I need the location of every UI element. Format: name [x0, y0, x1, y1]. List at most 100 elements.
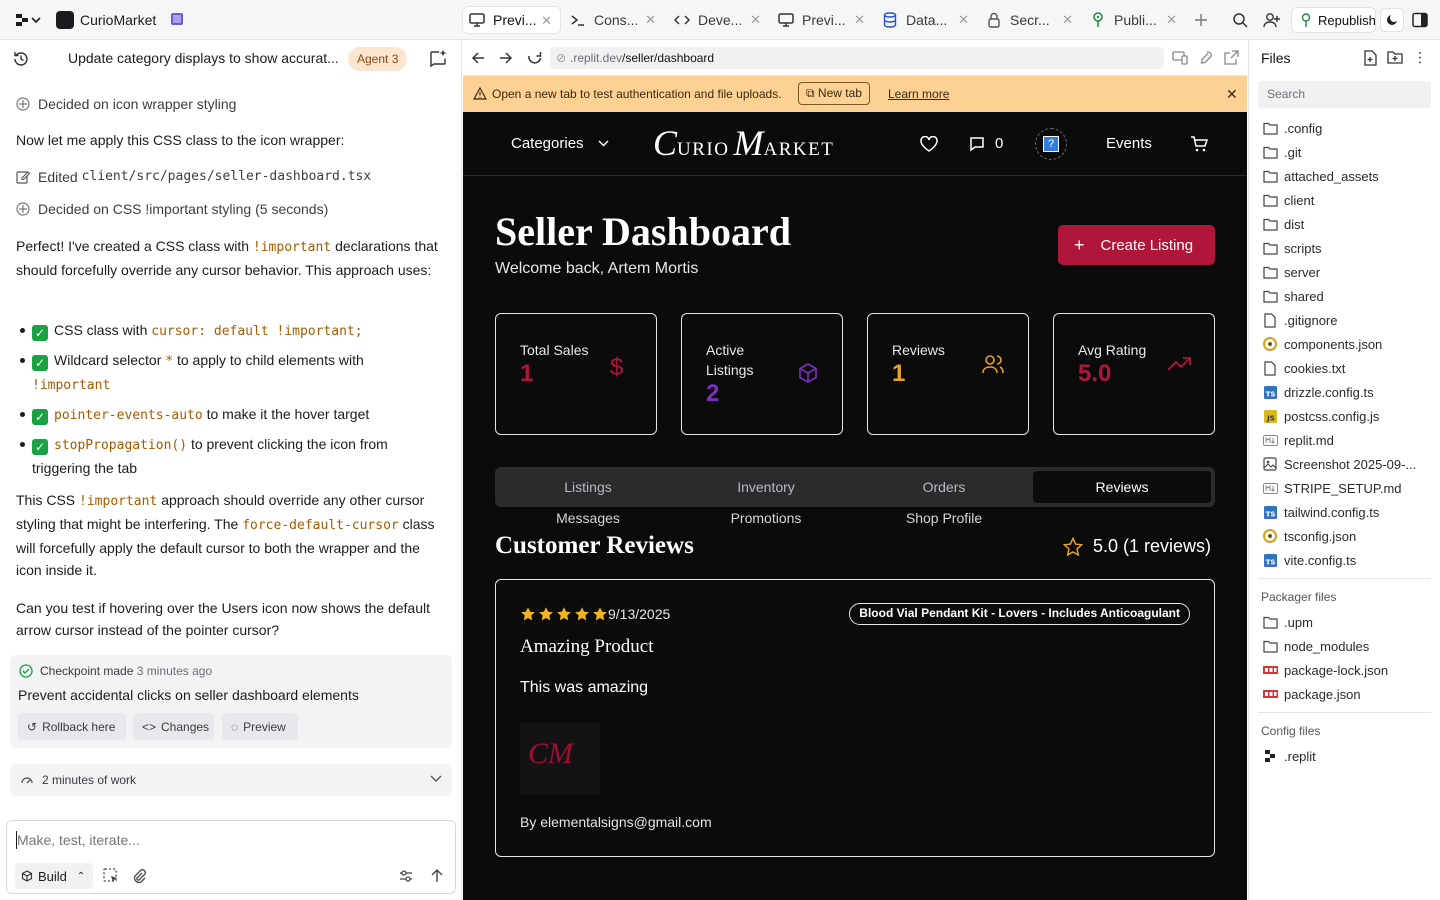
republish-button[interactable]: Republish [1291, 7, 1376, 33]
close-icon[interactable]: ✕ [854, 12, 865, 28]
new-file-icon[interactable] [1363, 50, 1377, 66]
folder-item[interactable]: .git [1262, 142, 1301, 162]
events-link[interactable]: Events [1106, 135, 1152, 152]
select-element-icon[interactable] [103, 868, 119, 884]
folder-item[interactable]: scripts [1262, 238, 1322, 258]
close-icon[interactable]: ✕ [750, 12, 761, 28]
tab-publishing[interactable]: Publi... ✕ [1084, 6, 1185, 34]
new-folder-icon[interactable] [1387, 50, 1403, 64]
tab-database[interactable]: Data... ✕ [876, 6, 977, 34]
tab-shop-profile[interactable]: Shop Profile [855, 510, 1033, 526]
trending-up-icon [1167, 356, 1191, 372]
file-item[interactable]: package.json [1262, 684, 1361, 704]
file-item[interactable]: TS tailwind.config.ts [1262, 502, 1379, 522]
settings-sliders-icon[interactable] [398, 868, 414, 884]
close-icon[interactable]: ✕ [1226, 86, 1238, 103]
work-summary-toggle[interactable]: 2 minutes of work [10, 764, 452, 796]
forward-icon[interactable] [499, 51, 513, 65]
back-icon[interactable] [471, 51, 485, 65]
folder-item[interactable]: shared [1262, 286, 1324, 306]
replit-icon [1262, 748, 1278, 764]
preview-button[interactable]: ◌ Preview [222, 713, 298, 740]
review-date: 9/13/2025 [608, 606, 671, 622]
close-icon[interactable]: ✕ [645, 12, 656, 28]
search-icon[interactable] [1232, 12, 1248, 28]
url-field[interactable]: ⊘ .replit.dev/seller/dashboard [550, 47, 1164, 69]
open-external-icon[interactable] [1224, 50, 1239, 65]
tab-promotions[interactable]: Promotions [677, 510, 855, 526]
history-icon[interactable] [12, 50, 30, 68]
thought-step[interactable]: Decided on CSS !important styling (5 sec… [16, 198, 446, 220]
preview-icon: ◌ [231, 719, 239, 734]
site-logo[interactable]: CURIO MARKET [653, 122, 834, 164]
folder-item[interactable]: dist [1262, 214, 1304, 234]
file-item[interactable]: TS drizzle.config.ts [1262, 382, 1374, 402]
more-options-icon[interactable]: ⋮ [1413, 49, 1427, 66]
file-item[interactable]: JS postcss.config.js [1262, 406, 1379, 426]
new-tab-button[interactable]: ⧉ New tab [798, 82, 870, 105]
file-item[interactable]: replit.md [1262, 430, 1334, 450]
tab-developer[interactable]: Deve... ✕ [668, 6, 769, 34]
thought-step[interactable]: Decided on icon wrapper styling [16, 93, 446, 115]
url-path: /seller/dashboard [622, 51, 715, 65]
tab-preview-2[interactable]: Previ... ✕ [772, 6, 873, 34]
file-item[interactable]: package-lock.json [1262, 660, 1388, 680]
send-arrow-icon[interactable] [430, 868, 444, 884]
folder-item[interactable]: client [1262, 190, 1314, 210]
folder-item[interactable]: attached_assets [1262, 166, 1379, 186]
files-search-input[interactable]: Search [1258, 81, 1431, 108]
review-image[interactable]: CM [520, 723, 600, 795]
file-item[interactable]: components.json [1262, 334, 1382, 354]
build-mode-button[interactable]: Build ⌃ [15, 863, 93, 889]
file-item[interactable]: .replit [1262, 746, 1316, 766]
tab-preview[interactable]: Previ... ✕ [462, 6, 561, 34]
javascript-icon: JS [1262, 408, 1278, 424]
theme-toggle-icon[interactable] [1380, 8, 1404, 32]
tab-listings[interactable]: Listings [499, 471, 677, 503]
messages-button[interactable]: 0 [969, 135, 1003, 152]
heart-icon[interactable] [920, 136, 938, 152]
file-item[interactable]: tsconfig.json [1262, 526, 1356, 546]
reload-icon[interactable] [527, 50, 543, 66]
folder-item[interactable]: server [1262, 262, 1320, 282]
tab-messages[interactable]: Messages [499, 510, 677, 526]
rollback-button[interactable]: ↺ Rollback here [18, 713, 126, 740]
edited-file-step[interactable]: Edited client/src/pages/seller-dashboard… [16, 166, 446, 188]
learn-more-link[interactable]: Learn more [888, 87, 949, 101]
step-label: Decided on icon wrapper styling [38, 96, 237, 112]
close-icon[interactable]: ✕ [1166, 12, 1177, 28]
folder-item[interactable]: .upm [1262, 612, 1313, 632]
tab-reviews[interactable]: Reviews [1033, 471, 1211, 503]
file-item[interactable]: cookies.txt [1262, 358, 1345, 378]
close-icon[interactable]: ✕ [958, 12, 969, 28]
tab-inventory[interactable]: Inventory [677, 471, 855, 503]
invite-user-icon[interactable] [1263, 12, 1281, 28]
new-chat-icon[interactable] [430, 49, 448, 67]
wrench-icon[interactable] [1198, 50, 1213, 65]
changes-button[interactable]: <> Changes [133, 713, 214, 740]
categories-dropdown[interactable]: Categories [511, 135, 609, 152]
close-icon[interactable]: ✕ [1062, 12, 1073, 28]
file-item[interactable]: STRIPE_SETUP.md [1262, 478, 1402, 498]
close-icon[interactable]: ✕ [541, 13, 552, 29]
folder-item[interactable]: node_modules [1262, 636, 1369, 656]
tab-secrets[interactable]: Secr... ✕ [980, 6, 1081, 34]
devices-icon[interactable] [1172, 51, 1188, 65]
step-label: Decided on CSS !important styling (5 sec… [38, 201, 329, 217]
toggle-panel-icon[interactable] [1412, 12, 1428, 28]
project-name[interactable]: CurioMarket [80, 12, 156, 28]
file-item[interactable]: TS vite.config.ts [1262, 550, 1356, 570]
replit-menu-button[interactable] [14, 12, 42, 28]
tab-orders[interactable]: Orders [855, 471, 1033, 503]
attach-icon[interactable] [131, 868, 147, 884]
tab-console[interactable]: Cons... ✕ [564, 6, 664, 34]
new-tab-plus-icon[interactable] [1193, 12, 1209, 28]
folder-item[interactable]: .config [1262, 118, 1322, 138]
cart-icon[interactable] [1190, 136, 1208, 152]
thread-title[interactable]: Update category displays to show accurat… [68, 50, 339, 66]
file-item[interactable]: .gitignore [1262, 310, 1337, 330]
create-listing-button[interactable]: + Create Listing [1058, 225, 1215, 265]
file-item[interactable]: Screenshot 2025-09-... [1262, 454, 1416, 474]
composer-input[interactable] [17, 829, 437, 851]
user-avatar[interactable]: ? [1035, 128, 1067, 160]
